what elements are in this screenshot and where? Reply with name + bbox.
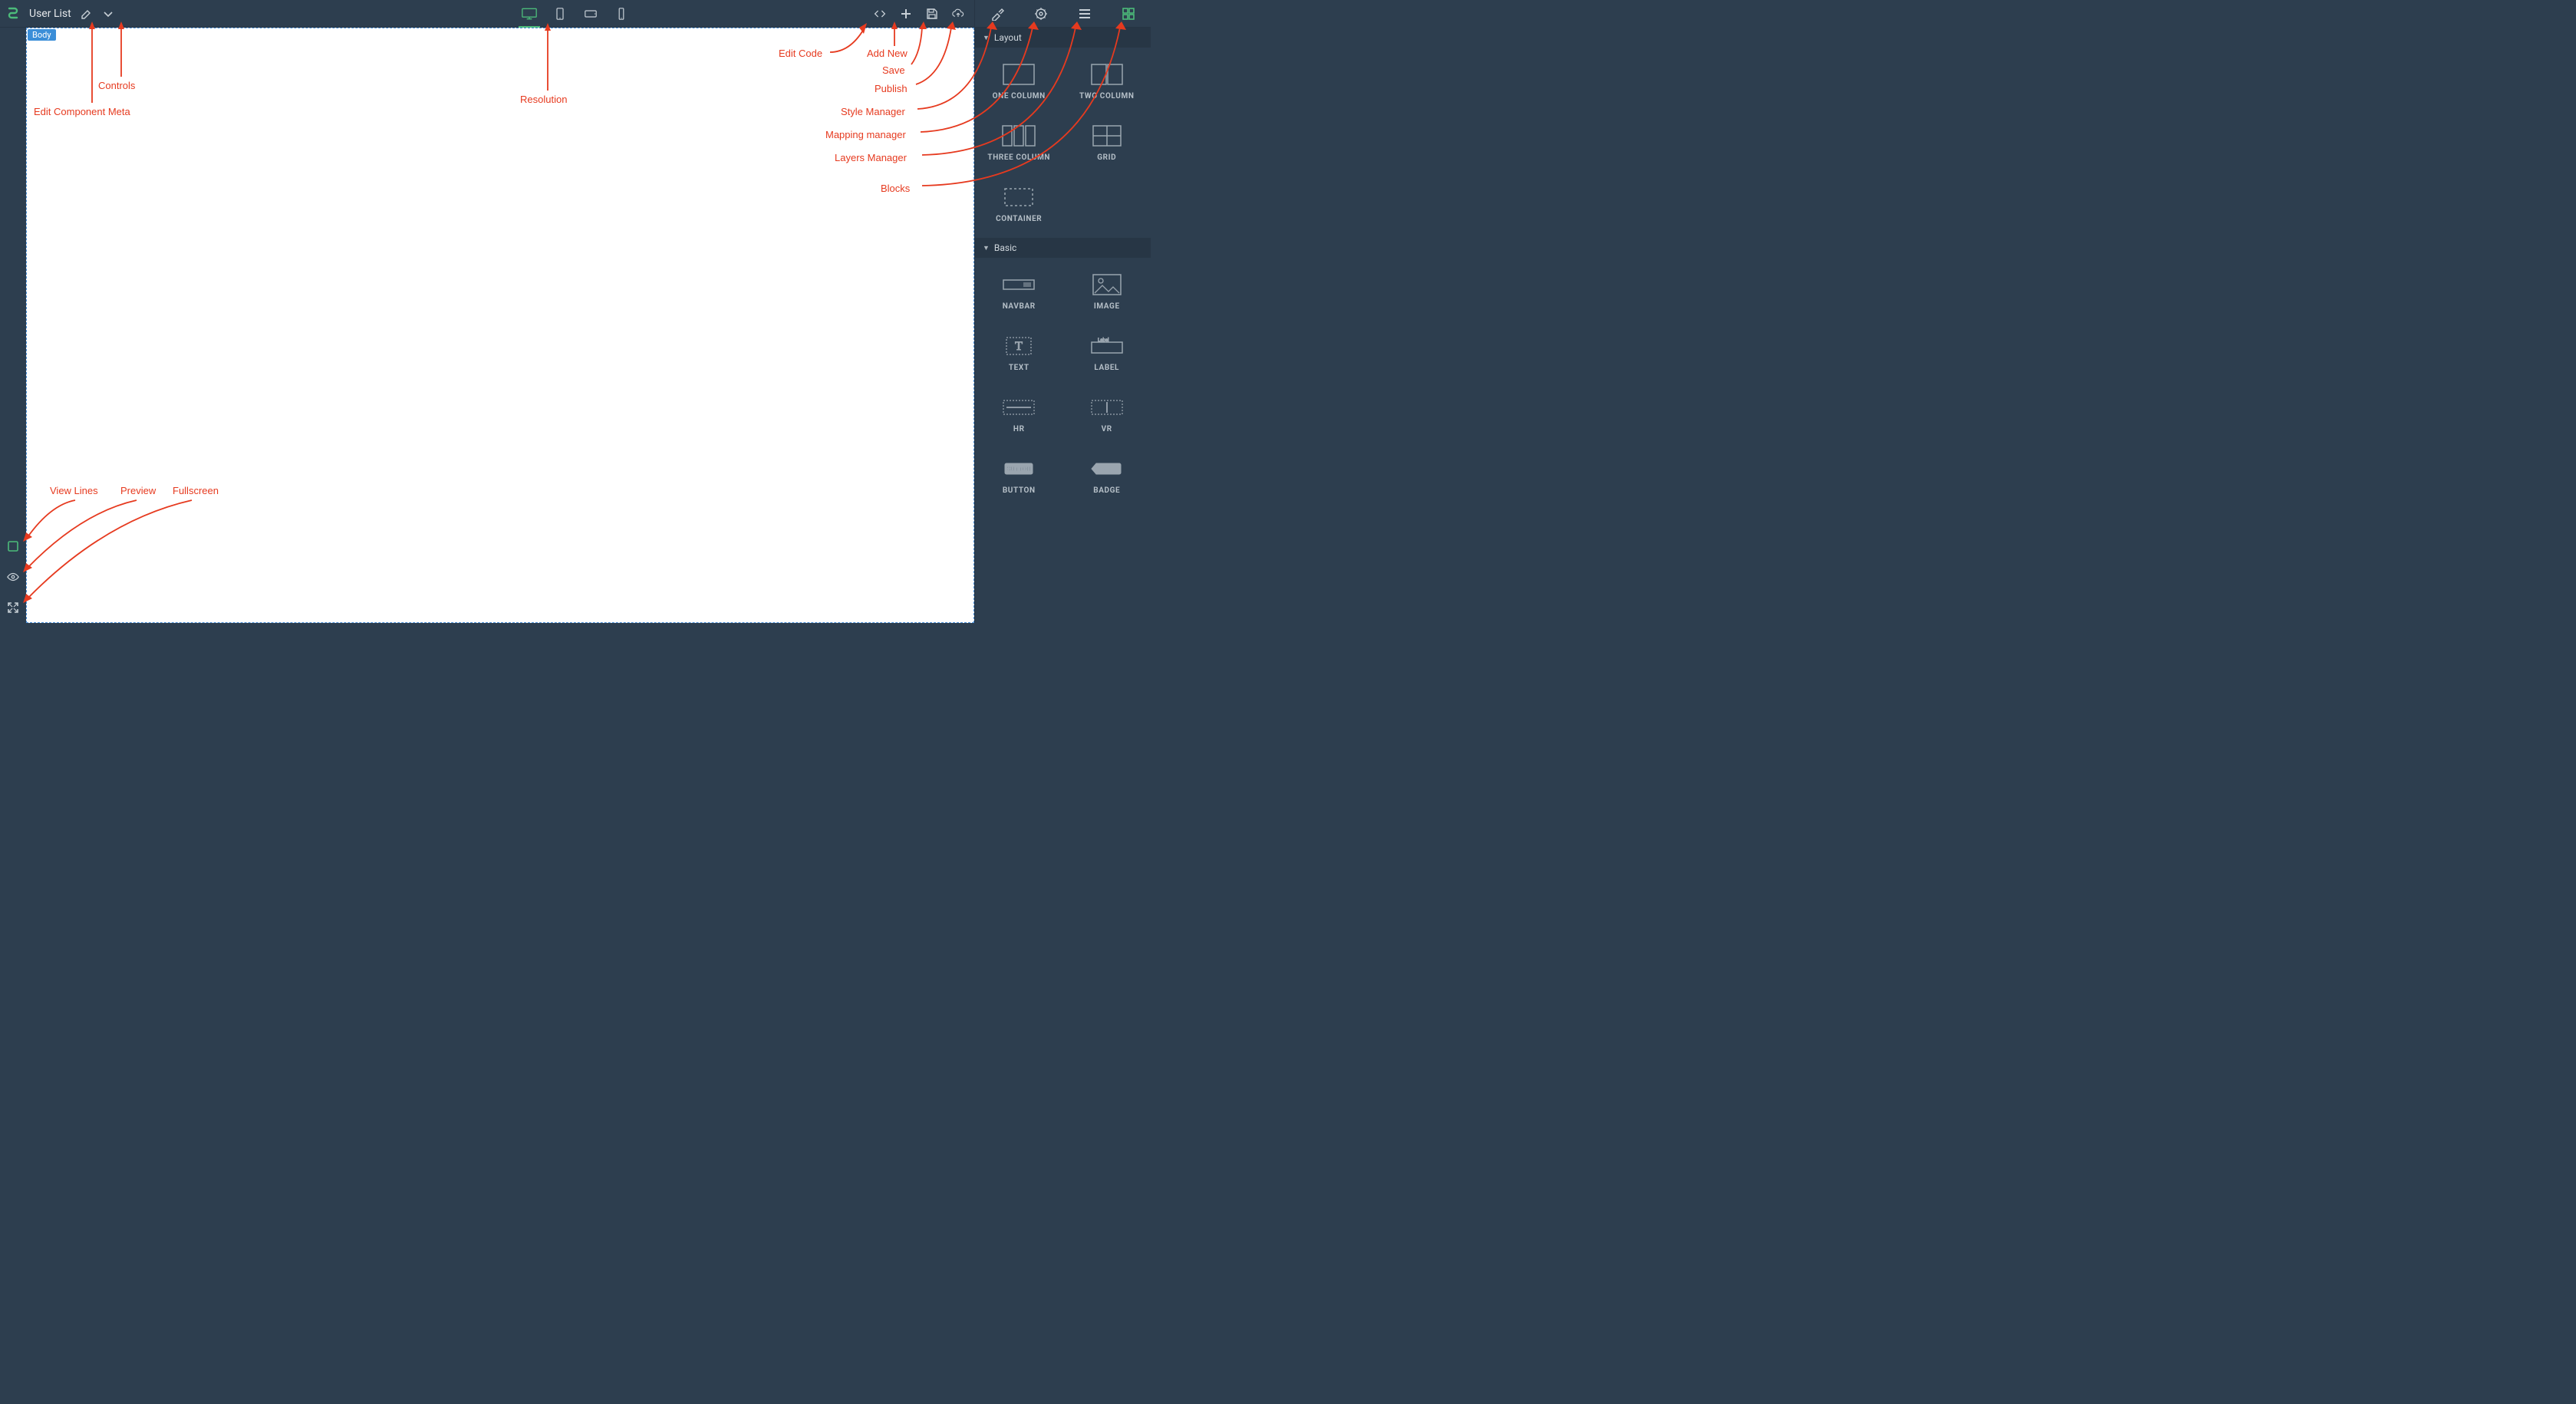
device-switcher: [514, 0, 637, 27]
section-header-layout[interactable]: ▼ Layout: [975, 28, 1151, 48]
section-title: Layout: [994, 32, 1022, 43]
device-desktop[interactable]: [514, 0, 545, 28]
app-logo[interactable]: [0, 0, 26, 28]
basic-blocks: NAVBAR IMAGE T TEXT Label LABEL HR VR BU…: [975, 258, 1151, 509]
block-container[interactable]: CONTAINER: [975, 173, 1063, 235]
edit-meta-button[interactable]: [76, 0, 97, 28]
block-badge[interactable]: Badge BADGE: [1063, 445, 1151, 506]
block-hr[interactable]: HR: [975, 384, 1063, 445]
preview-button[interactable]: [0, 562, 26, 592]
caret-down-icon: ▼: [983, 244, 990, 252]
workspace: Body: [26, 28, 974, 623]
block-two-column[interactable]: TWO COLUMN: [1063, 51, 1151, 112]
add-new-button[interactable]: [893, 0, 919, 28]
right-panel-tabs: [974, 0, 1151, 28]
edit-code-button[interactable]: [867, 0, 893, 28]
block-label[interactable]: Label LABEL: [1063, 322, 1151, 384]
block-vr[interactable]: VR: [1063, 384, 1151, 445]
svg-text:T: T: [1015, 340, 1023, 353]
caret-down-icon: ▼: [983, 34, 990, 42]
left-toolbar: [0, 28, 26, 623]
block-navbar[interactable]: NAVBAR: [975, 261, 1063, 322]
block-grid[interactable]: GRID: [1063, 112, 1151, 173]
canvas[interactable]: Body: [26, 28, 974, 623]
topbar-left: User List: [0, 0, 119, 27]
block-text[interactable]: T TEXT: [975, 322, 1063, 384]
save-button[interactable]: [919, 0, 945, 28]
block-button[interactable]: BUTTON BUTTON: [975, 445, 1063, 506]
top-bar: User List: [0, 0, 1151, 28]
svg-text:BUTTON: BUTTON: [1007, 466, 1032, 473]
tab-layers-manager[interactable]: [1067, 0, 1102, 28]
blocks-panel: ▼ Layout ONE COLUMN TWO COLUMN THREE COL…: [974, 28, 1151, 623]
tab-mapping-manager[interactable]: [1023, 0, 1059, 28]
device-tablet-landscape[interactable]: [575, 0, 606, 28]
tab-blocks[interactable]: [1111, 0, 1146, 28]
svg-text:Label: Label: [1098, 338, 1109, 343]
block-image[interactable]: IMAGE: [1063, 261, 1151, 322]
section-title: Basic: [994, 242, 1016, 253]
svg-text:Badge: Badge: [1099, 466, 1116, 473]
selection-badge: Body: [28, 29, 56, 41]
device-tablet-portrait[interactable]: [545, 0, 575, 28]
tab-style-manager[interactable]: [980, 0, 1015, 28]
device-mobile[interactable]: [606, 0, 637, 28]
fullscreen-button[interactable]: [0, 592, 26, 623]
page-title: User List: [26, 8, 76, 20]
block-one-column[interactable]: ONE COLUMN: [975, 51, 1063, 112]
block-three-column[interactable]: THREE COLUMN: [975, 112, 1063, 173]
section-header-basic[interactable]: ▼ Basic: [975, 238, 1151, 258]
view-lines-button[interactable]: [0, 531, 26, 562]
publish-button[interactable]: [945, 0, 971, 28]
layout-blocks: ONE COLUMN TWO COLUMN THREE COLUMN GRID …: [975, 48, 1151, 238]
controls-dropdown[interactable]: [97, 0, 119, 28]
